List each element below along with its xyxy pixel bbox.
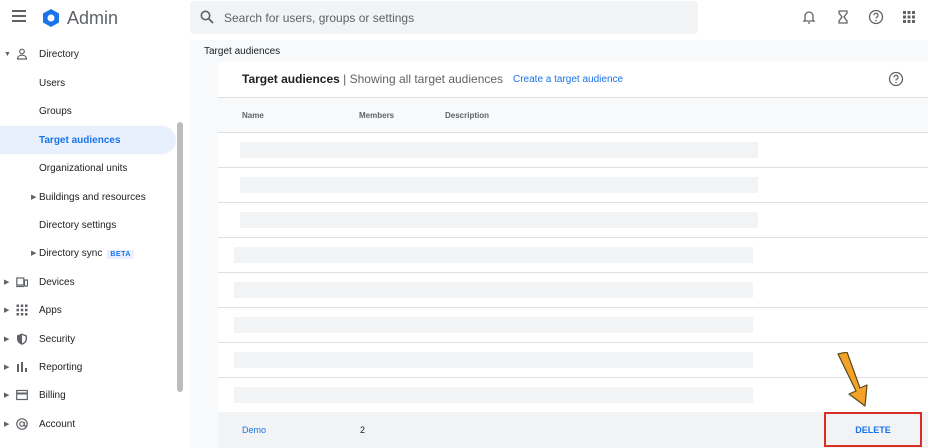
sidebar-item-label: Account (39, 418, 76, 430)
sidebar-item-label: Organizational units (39, 162, 128, 174)
sidebar-item-label: Buildings and resources (39, 191, 146, 203)
sidebar-item-label: Groups (39, 105, 72, 117)
app-title: Admin (67, 8, 119, 28)
annotation-arrow-icon (837, 352, 868, 407)
table-header: Name Members Description (218, 98, 928, 133)
loading-row (218, 168, 928, 203)
column-header-description[interactable]: Description (445, 111, 489, 120)
devices-icon (16, 277, 28, 288)
apps-grid-icon[interactable] (901, 9, 917, 25)
credit-card-icon (16, 389, 28, 401)
sidebar-item-security[interactable]: ▶ Security (0, 325, 176, 353)
sidebar-scrollbar[interactable] (177, 122, 183, 392)
caret-right-icon: ▶ (4, 364, 10, 371)
sidebar-nav: ▼ Directory Users Groups Target audience… (0, 40, 190, 448)
search-icon (200, 10, 214, 24)
delete-button[interactable]: DELETE (824, 412, 922, 447)
loading-placeholder (234, 317, 753, 333)
card-header: Target audiences | Showing all target au… (218, 62, 928, 98)
audience-name-link[interactable]: Demo (242, 425, 266, 435)
sidebar-item-reporting[interactable]: ▶ Reporting (0, 353, 176, 381)
sidebar-item-label: Users (39, 77, 66, 89)
create-target-audience-link[interactable]: Create a target audience (513, 74, 623, 85)
loading-placeholder (234, 282, 753, 298)
title-separator: | (339, 72, 350, 86)
column-header-members[interactable]: Members (359, 111, 394, 120)
loading-row (218, 133, 928, 168)
main-content: Target audiences Target audiences | Show… (190, 40, 928, 448)
sidebar-item-directory-settings[interactable]: Directory settings (0, 211, 176, 239)
sidebar-item-billing[interactable]: ▶ Billing (0, 381, 176, 409)
sidebar-item-devices[interactable]: ▶ Devices (0, 268, 176, 296)
sidebar-item-directory-sync[interactable]: ▶ Directory sync BETA (0, 239, 176, 267)
target-audiences-card: Target audiences | Showing all target au… (218, 62, 928, 448)
person-icon (16, 48, 28, 60)
notifications-bell-icon[interactable] (801, 9, 817, 25)
caret-right-icon: ▶ (4, 392, 10, 399)
top-bar: Admin (0, 0, 928, 36)
caret-right-icon: ▶ (4, 421, 10, 428)
loading-placeholder (240, 177, 758, 193)
sidebar-item-label: Directory sync (39, 247, 103, 259)
loading-placeholder (240, 142, 758, 158)
breadcrumb: Target audiences (204, 46, 281, 57)
main-menu-icon[interactable] (12, 10, 26, 24)
at-sign-icon (16, 418, 28, 430)
admin-logo-icon (43, 9, 59, 27)
loading-row (218, 273, 928, 308)
apps-icon (16, 304, 28, 316)
search-input[interactable] (224, 1, 684, 34)
sidebar-item-account[interactable]: ▶ Account (0, 410, 176, 438)
loading-placeholder (234, 247, 753, 263)
sidebar-item-groups[interactable]: Groups (0, 97, 176, 125)
sidebar-item-label: Directory (39, 48, 80, 60)
help-icon[interactable] (888, 71, 904, 87)
bar-chart-icon (17, 362, 27, 372)
sidebar-item-label: Billing (39, 389, 66, 401)
loading-row (218, 308, 928, 343)
card-title: Target audiences | Showing all target au… (242, 72, 503, 86)
sidebar-item-directory[interactable]: ▼ Directory (0, 40, 176, 68)
loading-placeholder (234, 352, 753, 368)
caret-down-icon: ▼ (4, 50, 11, 58)
sidebar-item-label: Target audiences (39, 134, 121, 146)
caret-right-icon: ▶ (31, 194, 37, 201)
sidebar-item-target-audiences[interactable]: Target audiences (0, 126, 176, 154)
beta-badge: BETA (107, 249, 134, 259)
loading-row (218, 343, 928, 378)
caret-right-icon: ▶ (4, 307, 10, 314)
caret-right-icon: ▶ (4, 336, 10, 343)
loading-placeholder (234, 387, 753, 403)
table-row[interactable]: Demo 2 DELETE (218, 412, 928, 448)
sidebar-item-apps[interactable]: ▶ Apps (0, 296, 176, 324)
loading-row (218, 238, 928, 273)
card-subtitle: Showing all target audiences (349, 72, 504, 86)
sidebar-item-label: Reporting (39, 361, 83, 373)
sidebar-item-organizational-units[interactable]: Organizational units (0, 154, 176, 182)
caret-right-icon: ▶ (4, 279, 10, 286)
caret-right-icon: ▶ (31, 250, 37, 257)
column-header-name[interactable]: Name (242, 111, 264, 120)
search-box[interactable] (190, 1, 698, 34)
sidebar-item-label: Devices (39, 276, 75, 288)
sidebar-item-label: Apps (39, 304, 62, 316)
loading-placeholder (240, 212, 758, 228)
sidebar-item-label: Security (39, 333, 76, 345)
help-icon[interactable] (868, 9, 884, 25)
loading-row (218, 378, 928, 413)
shield-icon (17, 333, 27, 345)
loading-row (218, 203, 928, 238)
card-title-text: Target audiences (242, 72, 340, 86)
members-count: 2 (360, 425, 366, 435)
sidebar-item-users[interactable]: Users (0, 69, 176, 97)
hourglass-icon[interactable] (835, 9, 851, 25)
sidebar-item-label: Directory settings (39, 219, 117, 231)
sidebar-item-buildings-and-resources[interactable]: ▶ Buildings and resources (0, 183, 176, 211)
